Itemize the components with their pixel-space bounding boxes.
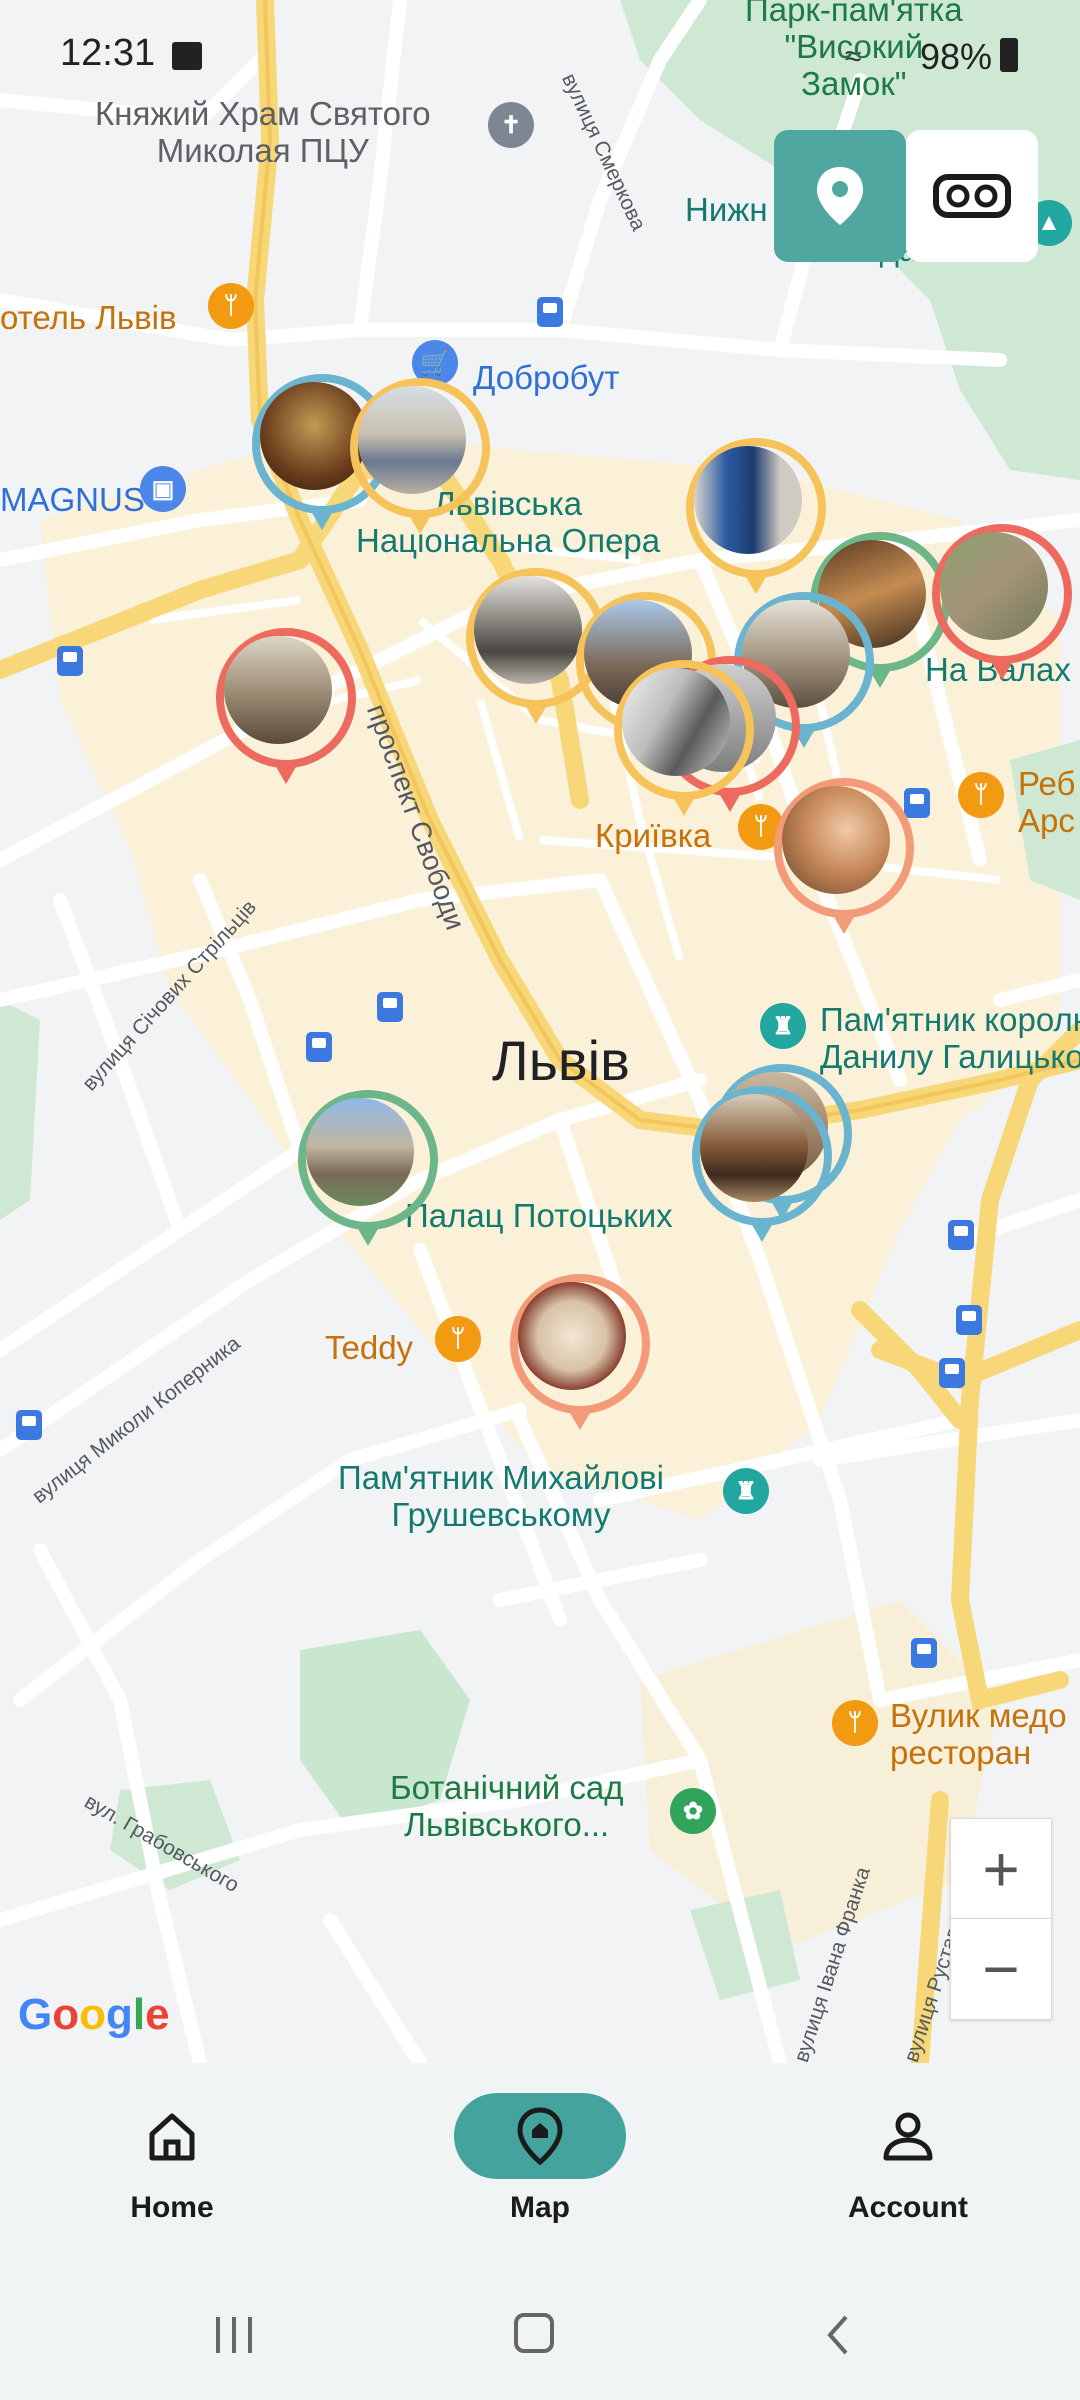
label-teddy: Teddy	[325, 1329, 414, 1366]
map-marker-photo[interactable]	[216, 628, 356, 788]
label-nyzh: Нижн	[685, 191, 768, 228]
map-marker-photo[interactable]	[350, 378, 490, 538]
city-label-lviv: Львів	[492, 1029, 630, 1092]
map-marker-photo[interactable]	[932, 524, 1072, 684]
nav-label-map: Map	[510, 2191, 570, 2224]
restaurant-icon: ᛘ	[208, 283, 254, 329]
label-kryivka: Криївка	[595, 817, 712, 854]
tram-stop-icon	[16, 1410, 42, 1440]
label-park-high-castle: Парк-пам'ятка "Високий Замок"	[745, 0, 963, 102]
app-screen: 12:31 ≈ 98% Парк-пам'ятка "Високий Замок…	[0, 0, 1080, 2400]
label-dobrobut: Добробут	[473, 359, 620, 396]
restaurant-icon: ᛘ	[435, 1316, 481, 1362]
monument-icon: ♜	[760, 1003, 806, 1049]
zoom-in-button[interactable]: +	[950, 1818, 1052, 1920]
label-monument-danylo: Пам'ятник королю Данилу Галицькому	[820, 1001, 1080, 1075]
label-church: Княжий Храм Святого Миколая ПЦУ	[95, 95, 431, 169]
monument-icon: ♜	[723, 1468, 769, 1514]
map-marker-photo[interactable]	[692, 1086, 832, 1246]
label-palace-pototskykh: Палац Потоцьких	[405, 1197, 673, 1234]
nav-label-account: Account	[848, 2191, 968, 2224]
label-hotel-lviv: отель Львів	[0, 299, 177, 336]
google-logo: Google	[18, 1990, 170, 2039]
system-navigation-bar	[0, 2263, 1080, 2400]
home-system-icon[interactable]	[514, 2313, 554, 2353]
label-botanic-garden: Ботанічний сад Львівського...	[390, 1769, 624, 1843]
restaurant-icon: ᛘ	[832, 1700, 878, 1746]
zoom-out-button[interactable]: −	[950, 1918, 1052, 2020]
tram-stop-icon	[948, 1220, 974, 1250]
church-icon: ✝	[488, 102, 534, 148]
map-marker-photo[interactable]	[614, 660, 754, 820]
bottom-navigation: Home Map Account	[0, 2063, 1080, 2263]
restaurant-icon: ᛘ	[958, 772, 1004, 818]
vr-headset-icon	[933, 174, 1011, 218]
map-view[interactable]: 12:31 ≈ 98% Парк-пам'ятка "Високий Замок…	[0, 0, 1080, 2063]
tram-stop-icon	[537, 297, 563, 327]
location-pin-icon	[817, 167, 863, 225]
label-reb: Реб Арс	[1018, 765, 1076, 839]
back-icon[interactable]	[822, 2313, 852, 2357]
nav-item-map[interactable]: Map	[420, 2093, 660, 2243]
tram-stop-icon	[911, 1638, 937, 1668]
nav-label-home: Home	[130, 2191, 214, 2224]
recent-apps-icon[interactable]	[212, 2315, 256, 2355]
tram-stop-icon	[306, 1032, 332, 1062]
map-pin-icon	[454, 2093, 626, 2179]
tram-stop-icon	[939, 1358, 965, 1388]
tram-stop-icon	[956, 1305, 982, 1335]
map-marker-photo[interactable]	[686, 438, 826, 598]
shopping-bag-icon: ▣	[140, 466, 186, 512]
tram-stop-icon	[57, 646, 83, 676]
label-vulyk: Вулик медо ресторан	[890, 1697, 1067, 1771]
map-marker-photo[interactable]	[774, 778, 914, 938]
flower-icon: ✿	[670, 1788, 716, 1834]
gallery-notification-icon	[172, 42, 202, 70]
battery-icon	[1000, 38, 1018, 72]
map-marker-photo[interactable]	[298, 1090, 438, 1250]
location-button[interactable]	[774, 130, 906, 262]
tram-stop-icon	[377, 992, 403, 1022]
vr-mode-button[interactable]	[906, 130, 1038, 262]
status-time: 12:31	[60, 32, 156, 74]
nav-item-home[interactable]: Home	[52, 2093, 292, 2243]
label-monument-hrushevsky: Пам'ятник Михайлові Грушевському	[338, 1459, 664, 1533]
person-icon	[860, 2093, 956, 2179]
label-magnus: MAGNUS	[0, 481, 145, 518]
map-marker-photo[interactable]	[510, 1274, 650, 1434]
nav-item-account[interactable]: Account	[788, 2093, 1028, 2243]
home-icon	[124, 2093, 220, 2179]
